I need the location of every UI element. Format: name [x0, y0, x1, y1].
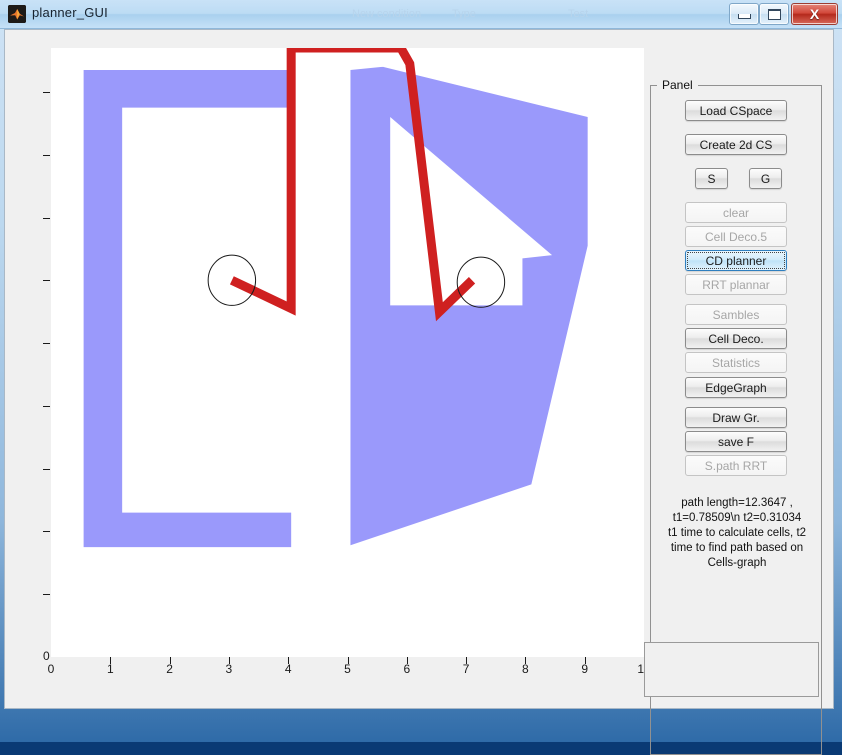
maximize-icon [760, 4, 788, 24]
x-tick-label-9: 9 [581, 662, 589, 676]
ghost-menu-item-0: New condition [352, 8, 422, 20]
y-tick-mark-6 [43, 280, 50, 282]
create-2d-cs-button[interactable]: Create 2d CS [685, 134, 787, 155]
y-tick-mark-2 [43, 531, 50, 533]
x-tick-label-3: 3 [225, 662, 233, 676]
plot-axes: 123456789 012345678910 0 [19, 48, 651, 682]
x-tick-mark-9 [584, 657, 586, 664]
status-line-0: path length=12.3647 , [681, 497, 793, 509]
x-tick-mark-8 [525, 657, 527, 664]
cell-deco-5-button: Cell Deco.5 [685, 226, 787, 247]
window-title: planner_GUI [32, 5, 108, 20]
panel-bottom-box [644, 642, 819, 697]
window-frame: planner_GUI New condition Type Test X 1 2… [0, 0, 842, 755]
x-tick-label-2: 2 [166, 662, 173, 676]
statistics-button: Statistics [685, 352, 787, 373]
x-tick-label-1: 1 [106, 662, 114, 676]
cd-planner-button[interactable]: CD planner [685, 250, 787, 271]
x-tick-label-6: 6 [403, 662, 411, 676]
sambles-button: Sambles [685, 304, 787, 325]
x-tick-mark-5 [347, 657, 349, 664]
y-tick-mark-4 [43, 405, 50, 407]
obstacle-layer [83, 66, 588, 548]
x-tick-label-0: 0 [47, 662, 55, 676]
status-line-2: t1 time to calculate cells, t2 [667, 527, 807, 539]
right-c-obstacle [350, 66, 588, 546]
x-tick-label-7: 7 [462, 662, 470, 676]
left-u-obstacle [83, 69, 292, 548]
maximize-button[interactable] [759, 3, 789, 25]
draw-gr-button[interactable]: Draw Gr. [685, 407, 787, 428]
application-window: planner_GUI New condition Type Test X 1 2… [0, 0, 842, 755]
y-tick-mark-8 [43, 154, 50, 156]
panel-title: Panel [657, 78, 698, 92]
load-cspace-button[interactable]: Load CSpace [685, 100, 787, 121]
status-line-1: t1=0.78509\n t2=0.31034 [672, 512, 802, 524]
minimize-button[interactable] [729, 3, 759, 25]
cspace-canvas [83, 48, 588, 548]
x-tick-label-5: 5 [344, 662, 351, 676]
ghost-menu-item-1: Type [452, 8, 476, 20]
x-tick-mark-4 [288, 657, 290, 664]
x-tick-label-8: 8 [522, 662, 529, 676]
x-tick-mark-2 [169, 657, 171, 664]
title-bar[interactable]: planner_GUI New condition Type Test X [0, 0, 842, 29]
cell-deco-button[interactable]: Cell Deco. [685, 328, 787, 349]
x-tick-mark-1 [110, 657, 112, 664]
cspace-plot[interactable] [51, 48, 644, 657]
status-line-4: Cells-graph [707, 557, 767, 569]
goal-point-button[interactable]: G [749, 168, 782, 189]
start-point-button[interactable]: S [695, 168, 728, 189]
x-tick-label-4: 4 [284, 662, 292, 676]
matlab-icon [8, 5, 26, 23]
save-f-button[interactable]: save F [685, 431, 787, 452]
minimize-icon [730, 4, 758, 24]
y-tick-mark-3 [43, 468, 50, 470]
s-path-rrt-button: S.path RRT [685, 455, 787, 476]
clear-button: clear [685, 202, 787, 223]
y-origin-label: 0 [43, 649, 50, 663]
x-tick-mark-3 [228, 657, 230, 664]
y-tick-mark-7 [43, 217, 50, 219]
status-line-3: time to find path based on [670, 542, 804, 554]
ghost-menu-item-2: Test [568, 8, 589, 20]
edge-graph-button[interactable]: EdgeGraph [685, 377, 787, 398]
close-icon: X [809, 6, 820, 22]
status-readout: path length=12.3647 , t1=0.78509\n t2=0.3… [661, 496, 813, 571]
rrt-plannar-button: RRT plannar [685, 274, 787, 295]
x-tick-mark-7 [466, 657, 468, 664]
x-tick-mark-6 [406, 657, 408, 664]
close-button[interactable]: X [791, 3, 838, 25]
y-tick-mark-9 [43, 91, 50, 93]
y-tick-mark-5 [43, 343, 50, 345]
y-tick-mark-1 [43, 594, 50, 596]
figure-client-area: 123456789 012345678910 0 Load CSpaceCrea… [4, 29, 834, 755]
